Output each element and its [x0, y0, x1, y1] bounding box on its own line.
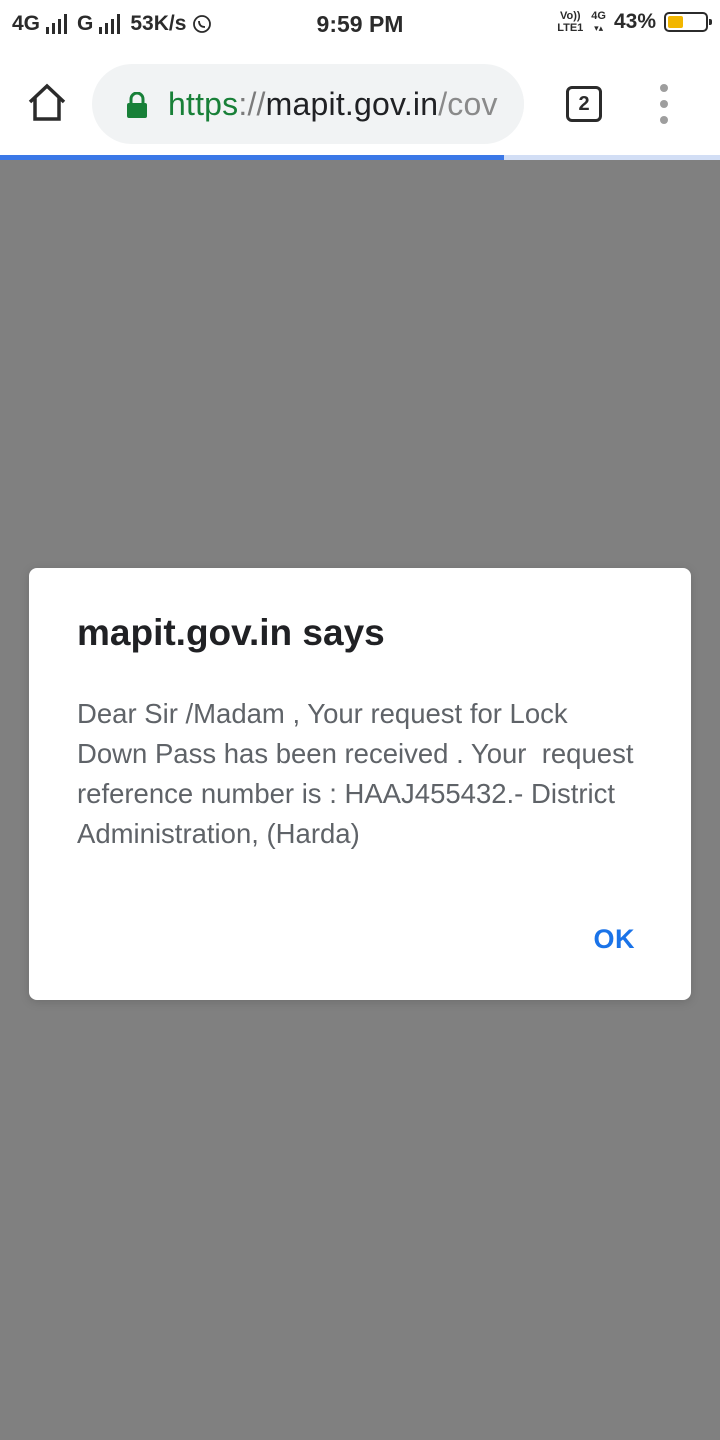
url-text: https://mapit.gov.in/cov	[168, 86, 498, 123]
tab-count: 2	[578, 92, 590, 115]
browser-toolbar: https://mapit.gov.in/cov 2	[0, 50, 720, 156]
volte-indicator: Vo)) LTE1	[557, 10, 584, 34]
battery-icon	[664, 12, 712, 32]
ok-button[interactable]: OK	[594, 924, 636, 955]
dialog-title: mapit.gov.in says	[77, 612, 385, 653]
more-vert-icon[interactable]	[652, 84, 676, 124]
status-right: Vo)) LTE1 4G ▾▴ 43%	[557, 10, 712, 34]
page-load-progress	[0, 155, 720, 160]
status-bar: 4G G 53K/s 9:59 PM Vo)) LTE1 4G ▾▴ 43%	[0, 0, 720, 50]
page-load-progress-fill	[0, 155, 504, 160]
lock-icon	[127, 92, 147, 118]
url-path: /cov	[438, 86, 498, 122]
dialog-message: Dear Sir /Madam , Your request for Lock …	[77, 698, 634, 849]
battery-level	[668, 16, 683, 28]
tab-switcher-button[interactable]: 2	[566, 86, 602, 122]
alert-dialog: mapit.gov.in says Dear Sir /Madam , Your…	[29, 568, 691, 1000]
url-host: mapit.gov.in	[265, 86, 439, 122]
home-icon[interactable]	[24, 80, 70, 126]
battery-percent: 43%	[613, 10, 656, 33]
url-scheme: https	[168, 86, 239, 122]
data-4g-indicator: 4G ▾▴	[591, 10, 606, 33]
url-separator: ://	[238, 86, 266, 122]
address-bar[interactable]: https://mapit.gov.in/cov	[92, 64, 524, 144]
